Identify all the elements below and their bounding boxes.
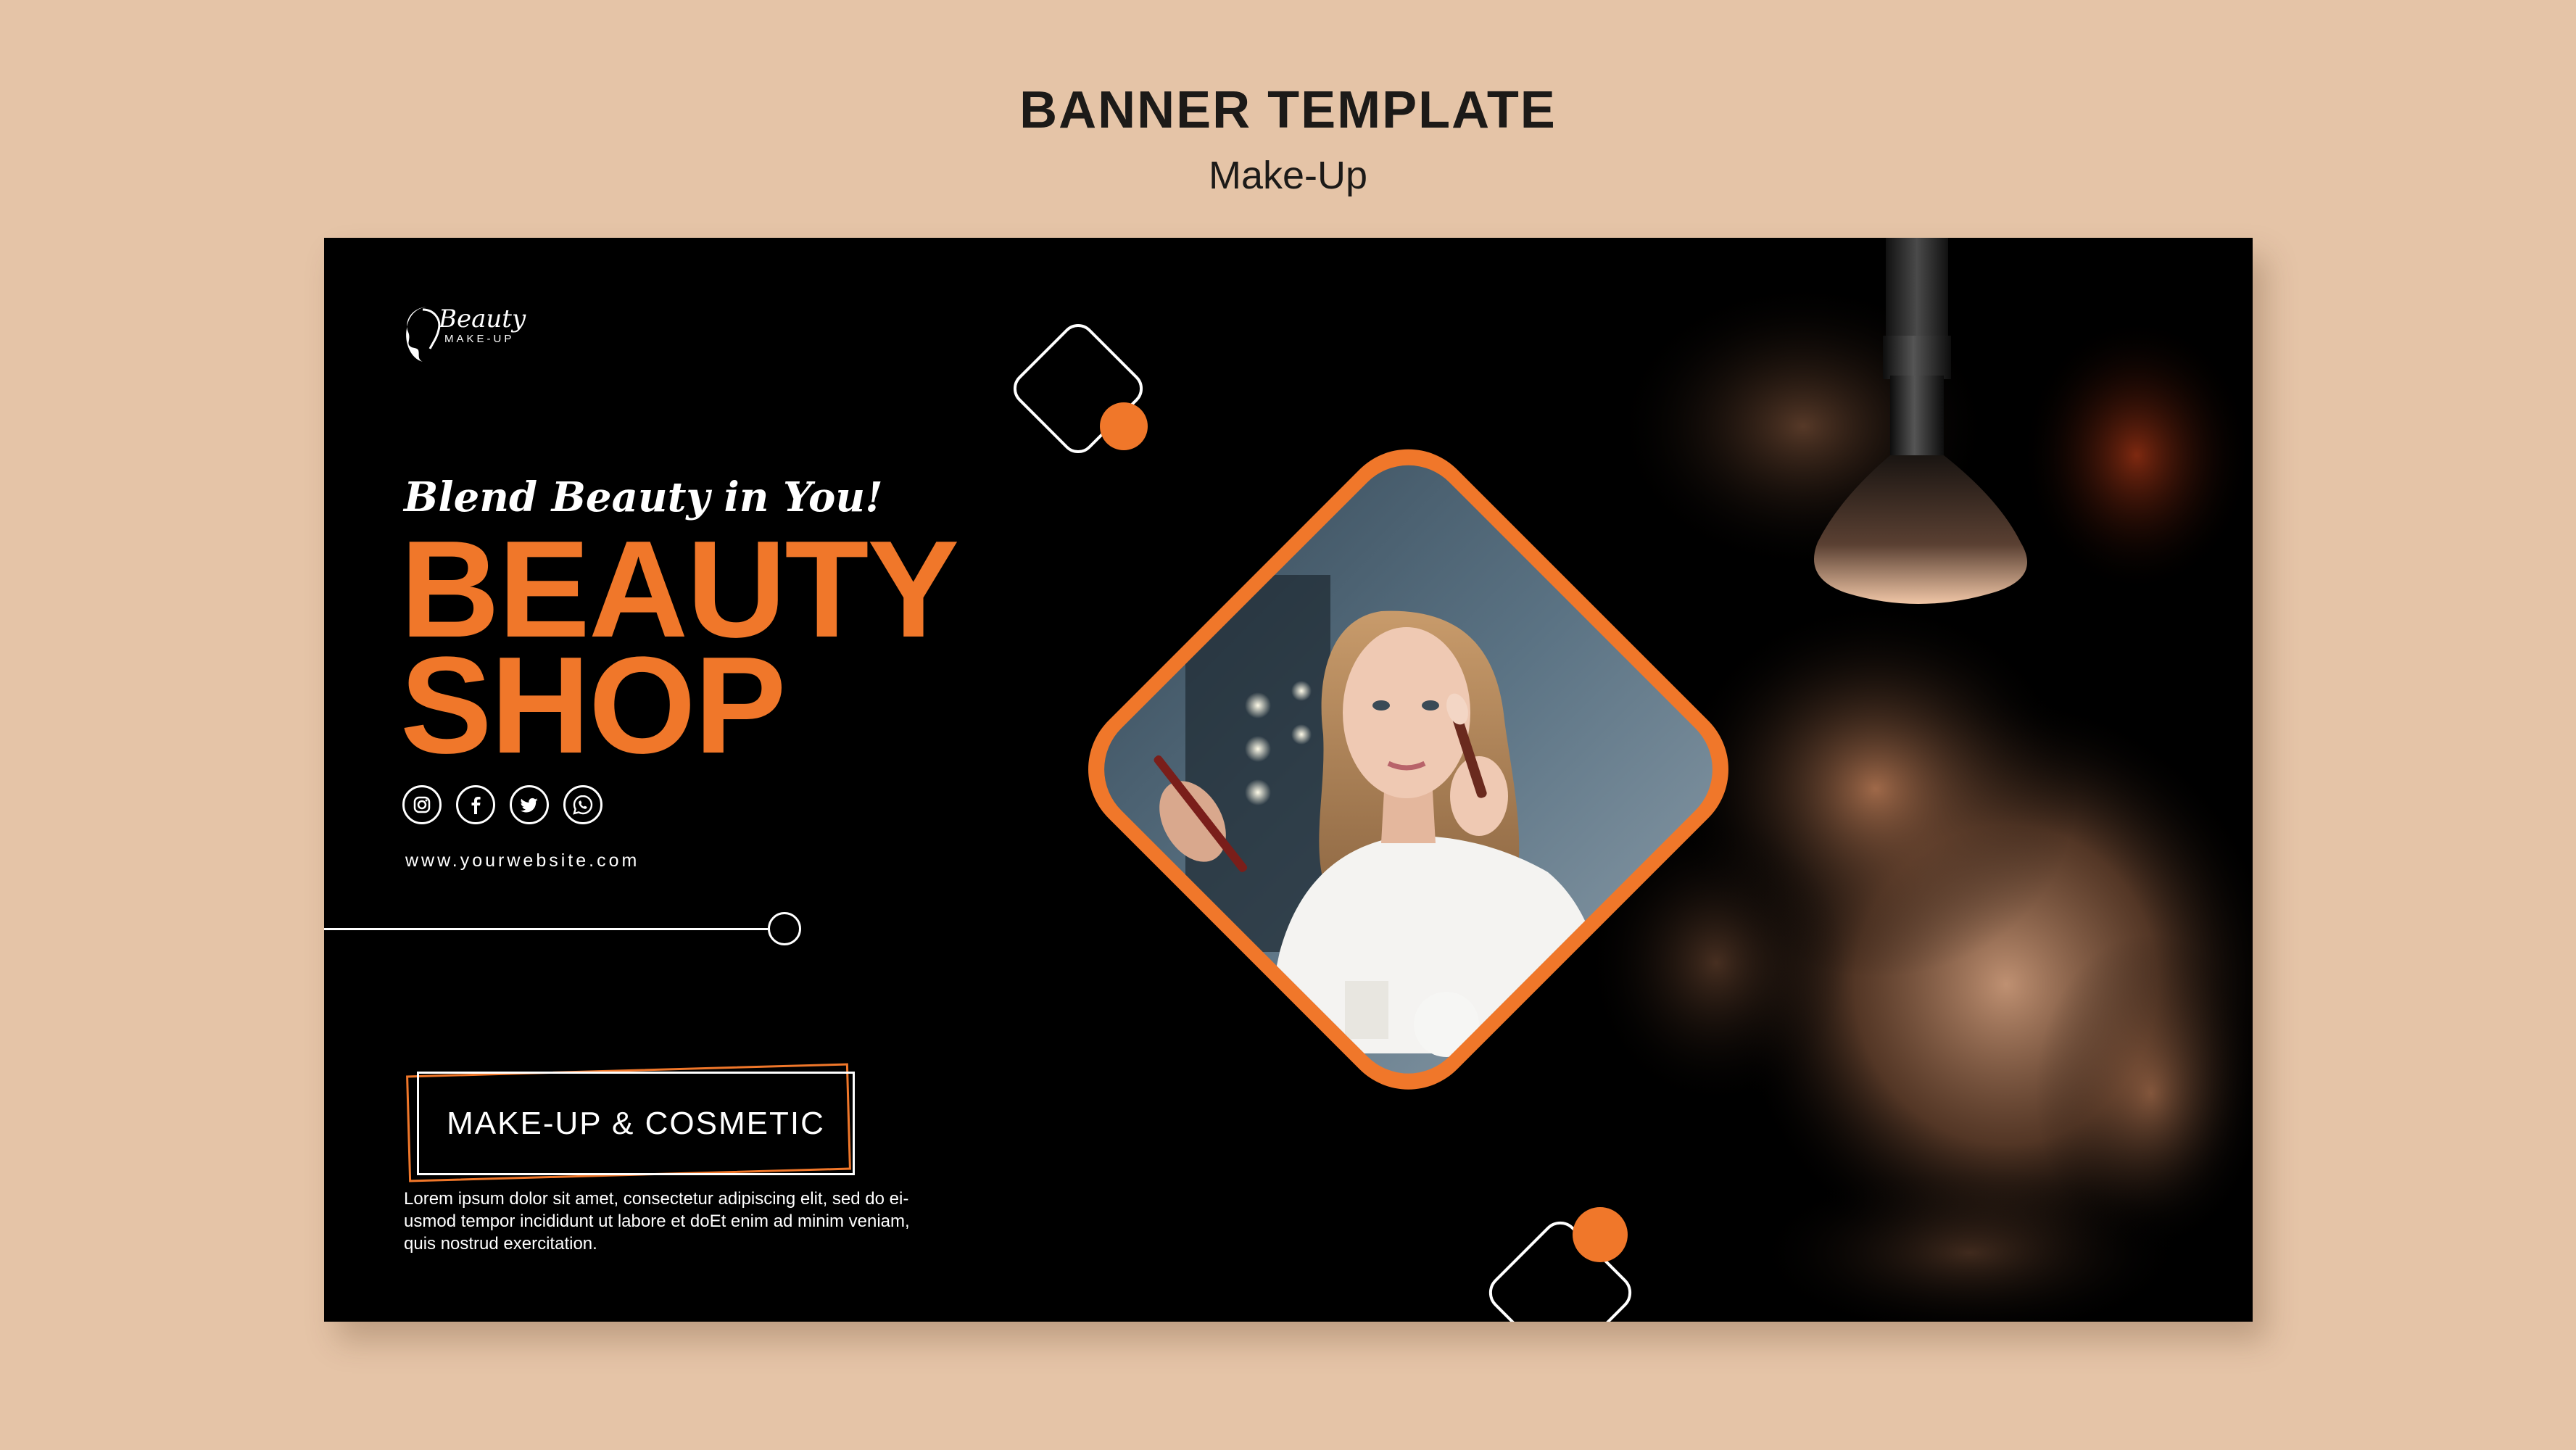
banner: Beauty MAKE-UP Blend Beauty in You! BEAU… xyxy=(324,238,2253,1322)
page-subtitle: Make-Up xyxy=(1208,154,1368,197)
decorative-line xyxy=(324,928,770,930)
diamond-outline-bottom xyxy=(1488,1207,1632,1322)
logo-subtext: MAKE-UP xyxy=(444,333,515,345)
social-links xyxy=(402,785,602,824)
whatsapp-icon[interactable] xyxy=(563,785,602,824)
decorative-circle xyxy=(768,912,801,945)
cta-button[interactable]: MAKE-UP & COSMETIC xyxy=(417,1072,855,1175)
logo-wordmark: Beauty xyxy=(439,304,526,334)
model-portrait-image xyxy=(1080,441,1737,1098)
page-header: BANNER TEMPLATE Make-Up xyxy=(0,80,2576,199)
instagram-icon[interactable] xyxy=(402,785,442,824)
twitter-icon[interactable] xyxy=(510,785,549,824)
body-text: Lorem ipsum dolor sit amet, consectetur … xyxy=(404,1189,910,1254)
headline: BEAUTY SHOP xyxy=(400,521,959,774)
facebook-icon[interactable] xyxy=(456,785,495,824)
page-title: BANNER TEMPLATE xyxy=(1019,81,1557,139)
website-url[interactable]: www.yourwebsite.com xyxy=(405,850,639,871)
